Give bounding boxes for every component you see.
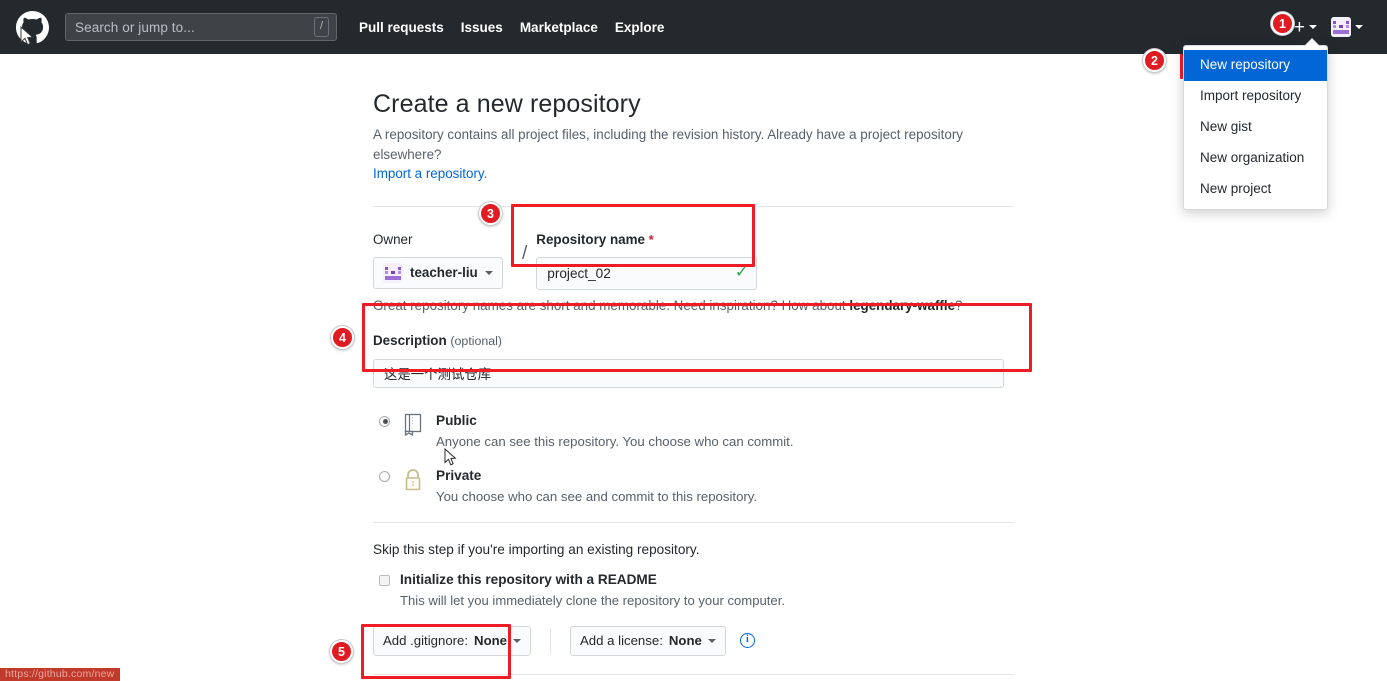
owner-avatar-identicon <box>383 262 403 283</box>
nav-issues[interactable]: Issues <box>461 20 503 35</box>
global-header: Search or jump to... / Pull requests Iss… <box>0 0 1387 54</box>
user-avatar-identicon <box>1331 17 1351 37</box>
owner-name: teacher-liu <box>410 265 478 280</box>
chevron-down-icon <box>707 638 716 643</box>
license-select-button[interactable]: Add a license: None <box>570 625 726 656</box>
template-selectors-row: Add .gitignore: None Add a license: None… <box>373 625 1014 656</box>
create-new-dropdown-menu: New repository Import repository New gis… <box>1183 39 1328 210</box>
nav-marketplace[interactable]: Marketplace <box>520 20 598 35</box>
description-input[interactable]: 这是一个测试仓库 <box>373 358 1004 388</box>
owner-field: Owner teacher-liu <box>373 231 513 289</box>
visibility-private-title: Private <box>436 467 482 483</box>
dropdown-item-new-gist[interactable]: New gist <box>1184 112 1327 143</box>
plus-menu-button[interactable]: + <box>1294 18 1317 37</box>
dropdown-item-new-project[interactable]: New project <box>1184 174 1327 205</box>
description-field: Description (optional) 这是一个测试仓库 <box>373 332 1014 388</box>
visibility-public-desc: Anyone can see this repository. You choo… <box>436 433 794 449</box>
screen-root: Search or jump to... / Pull requests Iss… <box>0 0 1387 681</box>
nav-pull-requests[interactable]: Pull requests <box>359 20 444 35</box>
chevron-down-icon <box>484 270 493 275</box>
initialize-readme-option[interactable]: Initialize this repository with a README… <box>373 571 1014 609</box>
dropdown-item-new-repository[interactable]: New repository <box>1184 50 1327 81</box>
visibility-private-text: Private You choose who can see and commi… <box>436 467 757 505</box>
repo-book-icon <box>402 412 426 442</box>
selector-divider <box>550 627 552 654</box>
search-shortcut-badge: / <box>313 17 329 37</box>
mouse-cursor-top <box>20 26 34 46</box>
marker-2: 2 <box>1143 49 1166 72</box>
repository-name-hint: Great repository names are short and mem… <box>373 298 1014 313</box>
primary-nav: Pull requests Issues Marketplace Explore <box>359 20 664 35</box>
info-circle-icon[interactable]: i <box>739 633 755 648</box>
page-subtitle: A repository contains all project files,… <box>373 125 1014 184</box>
repository-name-label: Repository name * <box>536 231 1014 248</box>
divider-bottom <box>373 673 1014 675</box>
description-value: 这是一个测试仓库 <box>384 367 492 382</box>
dropdown-item-new-organization[interactable]: New organization <box>1184 143 1327 174</box>
repository-name-label-text: Repository name <box>536 231 645 247</box>
chevron-down-icon <box>513 638 522 643</box>
description-label-text: Description <box>373 332 447 348</box>
lock-icon <box>402 467 426 497</box>
status-bar-url: https://github.com/new <box>0 668 121 681</box>
repository-name-input[interactable]: project_02 ✓ <box>536 256 758 290</box>
nav-explore[interactable]: Explore <box>615 20 665 35</box>
visibility-radio-group: Public Anyone can see this repository. Y… <box>373 412 1014 505</box>
visibility-option-private[interactable]: Private You choose who can see and commi… <box>373 467 1014 505</box>
marker-4: 4 <box>331 326 354 349</box>
radio-public[interactable] <box>379 415 390 427</box>
readme-checkbox[interactable] <box>379 574 390 586</box>
description-label: Description (optional) <box>373 332 1014 350</box>
plus-icon: + <box>1293 16 1305 38</box>
radio-private[interactable] <box>379 470 390 482</box>
owner-select-button[interactable]: teacher-liu <box>373 256 503 289</box>
user-menu-button[interactable] <box>1331 17 1363 37</box>
readme-text-group: Initialize this repository with a README… <box>400 571 785 609</box>
mouse-cursor-main <box>444 448 457 466</box>
owner-and-name-row: Owner teacher-liu / Repository name * pr… <box>373 231 1014 290</box>
dropdown-item-import-repository[interactable]: Import repository <box>1184 81 1327 112</box>
marker-1: 1 <box>1271 12 1294 35</box>
description-optional-text: (optional) <box>450 333 503 348</box>
search-input[interactable]: Search or jump to... / <box>65 13 337 41</box>
chevron-down-icon <box>1355 25 1363 29</box>
skip-step-text: Skip this step if you're importing an ex… <box>373 541 700 557</box>
page-title: Create a new repository <box>373 90 641 118</box>
repository-name-field: Repository name * project_02 ✓ <box>536 231 1014 290</box>
readme-title: Initialize this repository with a README <box>400 571 657 587</box>
search-placeholder: Search or jump to... <box>75 19 195 35</box>
repository-name-hint-prefix: Great repository names are short and mem… <box>373 297 850 313</box>
page-subtitle-text: A repository contains all project files,… <box>373 127 963 162</box>
divider-middle <box>373 521 1014 523</box>
marker-3: 3 <box>479 202 502 225</box>
owner-name-separator: / <box>522 242 528 264</box>
required-marker: * <box>648 231 654 247</box>
import-repository-link[interactable]: Import a repository. <box>373 166 487 181</box>
header-right-group: + <box>1294 17 1371 37</box>
dropdown-arrow-icon <box>1305 39 1319 46</box>
gitignore-select-button[interactable]: Add .gitignore: None <box>373 625 532 656</box>
marker-5: 5 <box>330 640 353 663</box>
repository-name-suggestion[interactable]: legendary-waffle <box>849 298 955 313</box>
license-prefix: Add a license: <box>580 633 663 648</box>
visibility-public-title: Public <box>436 412 477 428</box>
gitignore-prefix: Add .gitignore: <box>383 633 469 648</box>
chevron-down-icon <box>1309 25 1317 29</box>
repository-name-hint-suffix: ? <box>955 297 963 313</box>
visibility-option-public[interactable]: Public Anyone can see this repository. Y… <box>373 412 1014 450</box>
check-icon: ✓ <box>734 264 749 281</box>
gitignore-value: None <box>474 633 508 648</box>
visibility-public-text: Public Anyone can see this repository. Y… <box>436 412 793 450</box>
owner-label: Owner <box>373 231 413 247</box>
new-repository-form: Create a new repository A repository con… <box>373 88 1014 681</box>
repository-name-value: project_02 <box>547 265 611 281</box>
visibility-private-desc: You choose who can see and commit to thi… <box>436 488 758 504</box>
license-value: None <box>668 633 702 648</box>
readme-desc: This will let you immediately clone the … <box>400 592 785 608</box>
